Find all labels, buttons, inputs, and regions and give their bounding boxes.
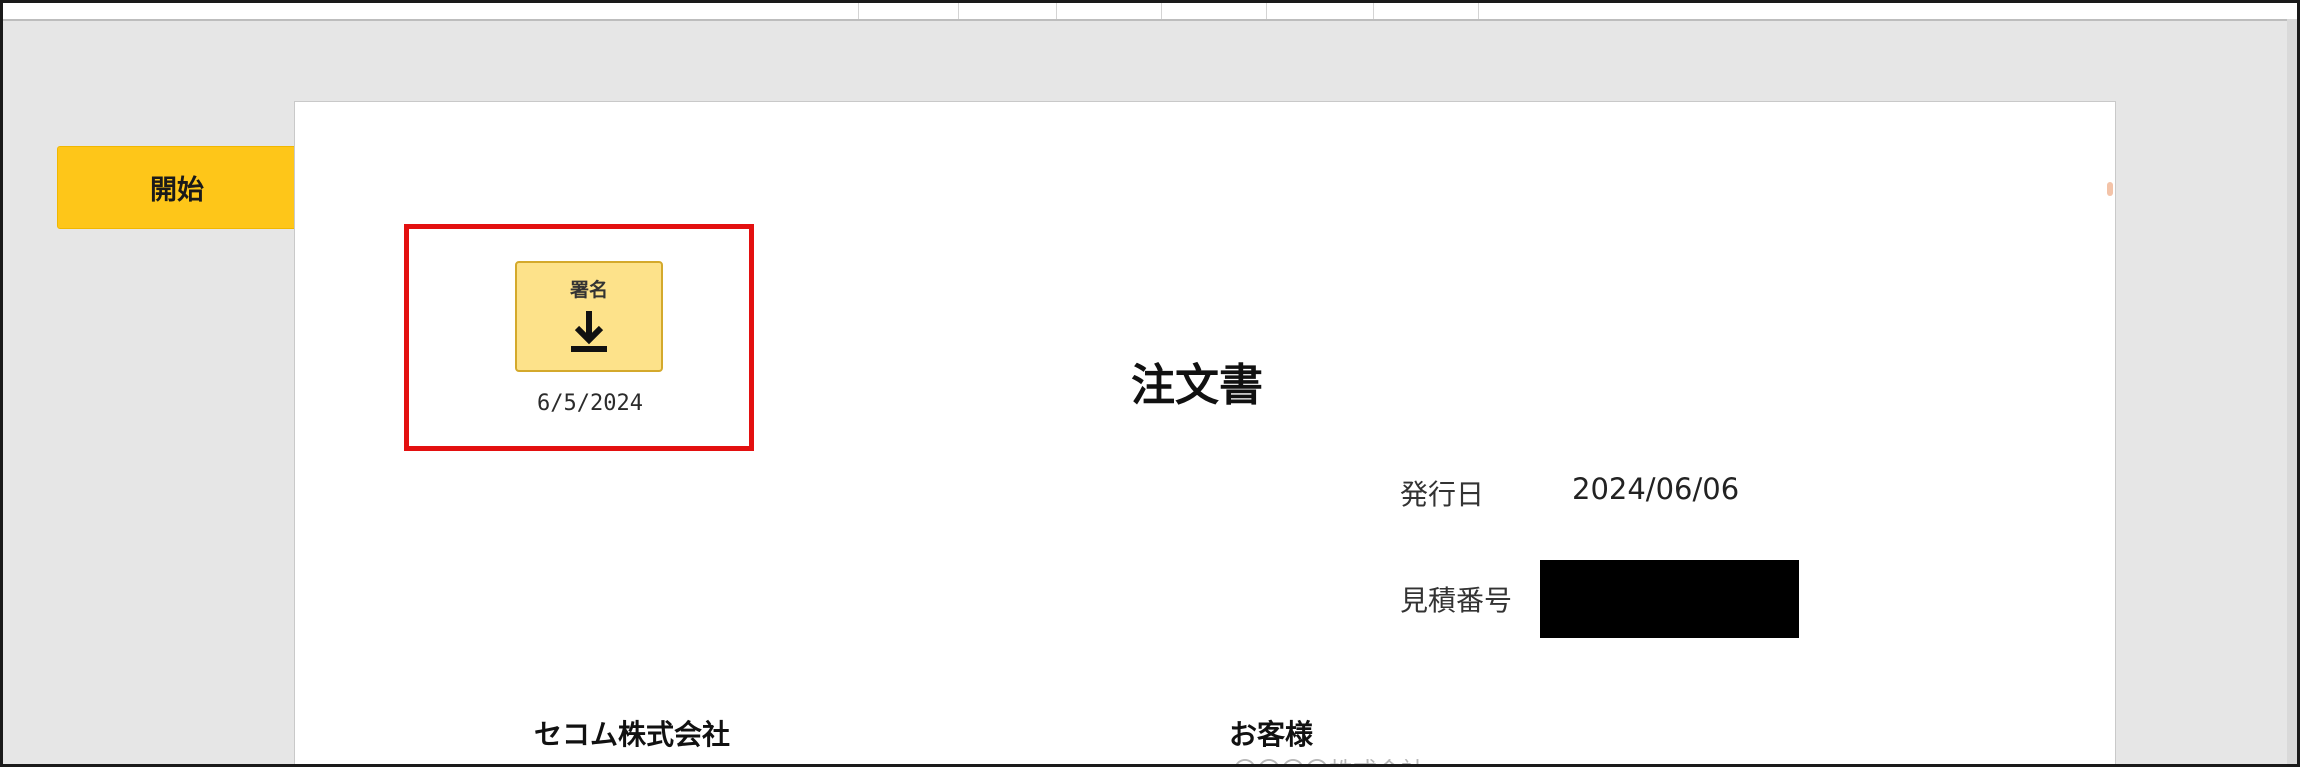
toolbar-divider: [1056, 3, 1057, 19]
toolbar-divider: [958, 3, 959, 19]
signature-date: 6/5/2024: [537, 391, 643, 416]
signature-label: 署名: [569, 279, 608, 301]
download-icon: [571, 311, 607, 352]
toolbar-divider: [1266, 3, 1267, 19]
quote-number-redacted: [1540, 560, 1799, 638]
quote-number-label: 見積番号: [1400, 584, 1513, 617]
toolbar-divider: [1161, 3, 1162, 19]
toolbar-divider: [858, 3, 859, 19]
signature-field-button[interactable]: 署名: [515, 261, 663, 372]
app-window: 開始 署名 6/5/2024 注文書 発行日 2024/06/06 見積番号 セ…: [0, 0, 2300, 767]
toolbar-divider: [1373, 3, 1374, 19]
issuer-name: セコム株式会社: [534, 718, 731, 751]
toolbar-divider: [1478, 3, 1479, 19]
customer-label: お客様: [1229, 718, 1314, 751]
vertical-scrollbar[interactable]: [2287, 19, 2297, 764]
toolbar-strip: [3, 3, 2297, 21]
page-edge-marker: [2107, 182, 2113, 196]
customer-name-text: 〇〇〇〇株式会社: [1233, 759, 1425, 764]
customer-name-partial: 〇〇〇〇株式会社: [1233, 759, 1473, 764]
issue-date-label: 発行日: [1400, 478, 1485, 511]
document-title: 注文書: [1131, 360, 1263, 411]
issue-date-value: 2024/06/06: [1572, 472, 1740, 506]
start-button[interactable]: 開始: [57, 146, 297, 229]
start-button-label: 開始: [150, 175, 204, 206]
